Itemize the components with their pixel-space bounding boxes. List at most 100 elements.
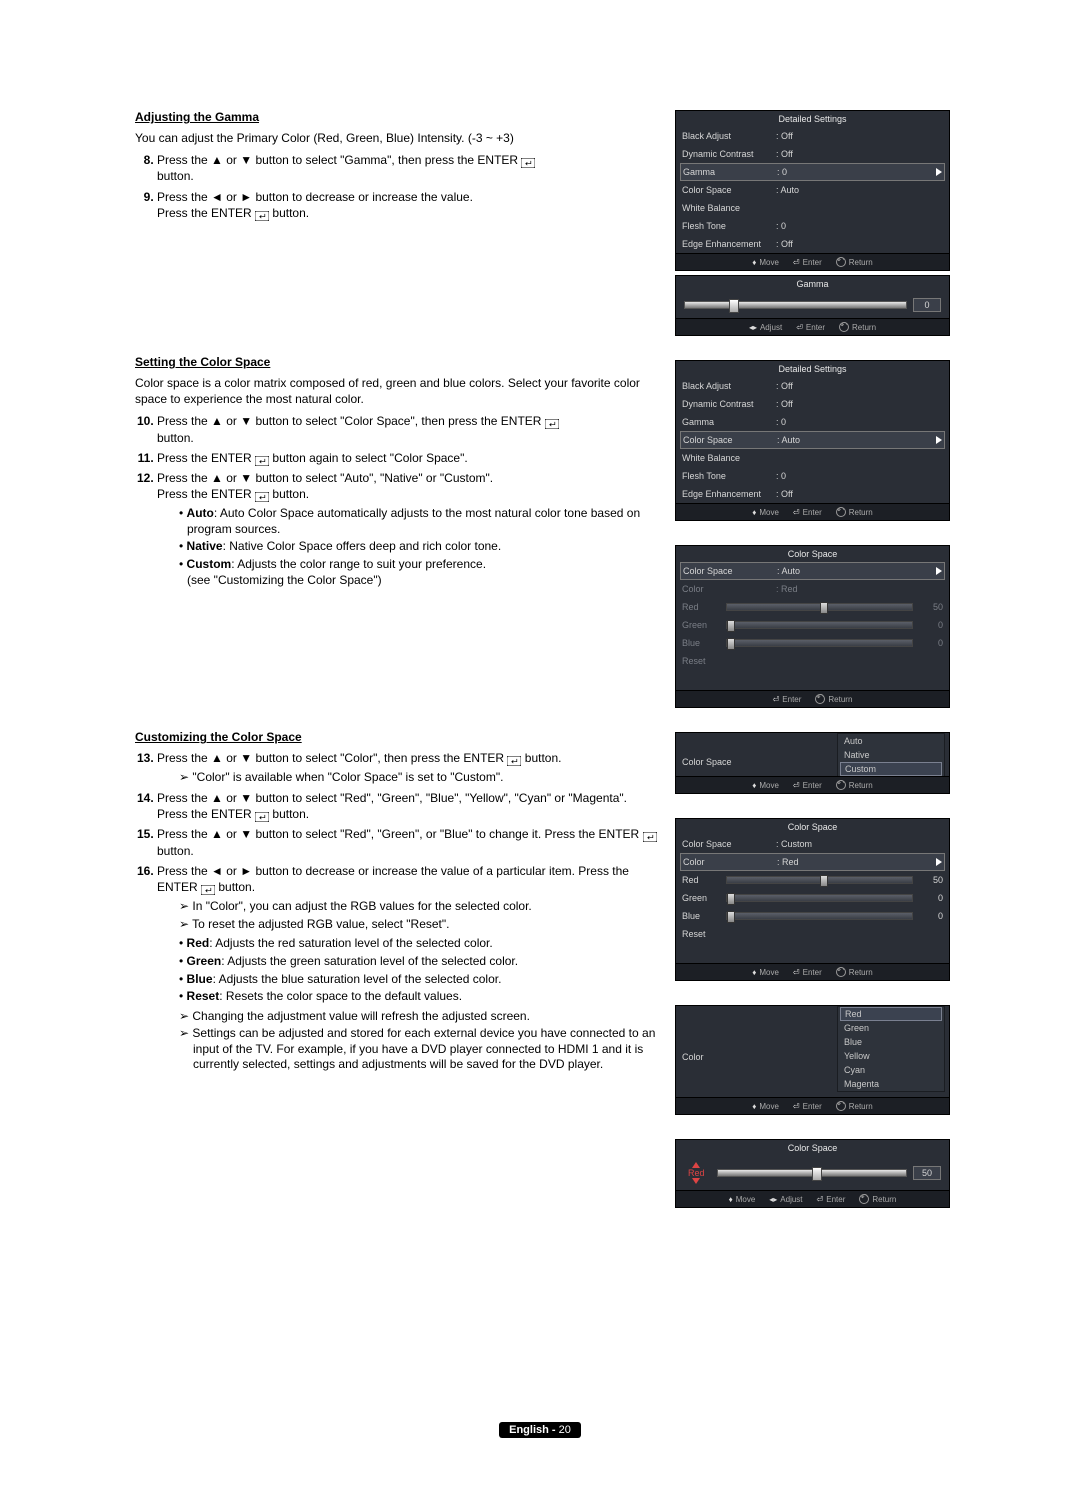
return-icon xyxy=(859,1194,869,1204)
osd-title: Detailed Settings xyxy=(676,111,949,127)
hint-enter: ⏎Enter xyxy=(793,1102,822,1111)
osd-title-gamma: Gamma xyxy=(676,276,949,292)
row-color-space[interactable]: Color Space: Auto xyxy=(680,431,945,449)
row-red[interactable]: Red50 xyxy=(676,871,949,889)
row-colorspace[interactable]: Color Space: Custom xyxy=(676,835,949,853)
hint-enter: ⏎Enter xyxy=(817,1195,846,1204)
enter-icon xyxy=(201,883,215,893)
step-15: Press the ▲ or ▼ button to select "Red",… xyxy=(157,826,657,858)
hint-bar: ♦Move ⏎Enter Return xyxy=(676,963,949,980)
hint-move: ♦Move xyxy=(752,1102,779,1111)
cs-dropdown[interactable]: Auto Native Custom xyxy=(837,733,945,777)
opt-yellow[interactable]: Yellow xyxy=(838,1049,944,1063)
row-edge-enhancement[interactable]: Edge Enhancement: Off xyxy=(676,485,949,503)
enter-icon xyxy=(255,454,269,464)
row-black-adjust[interactable]: Black Adjust: Off xyxy=(676,377,949,395)
hint-return: Return xyxy=(836,507,873,517)
row-flesh-tone[interactable]: Flesh Tone: 0 xyxy=(676,467,949,485)
intro-gamma: You can adjust the Primary Color (Red, G… xyxy=(135,130,657,146)
row-white-balance[interactable]: White Balance xyxy=(676,199,949,217)
red-slider-track[interactable] xyxy=(717,1169,907,1177)
row-flesh-tone[interactable]: Flesh Tone: 0 xyxy=(676,217,949,235)
opt-cyan[interactable]: Cyan xyxy=(838,1063,944,1077)
colorspace-modes: Auto: Auto Color Space automatically adj… xyxy=(179,506,657,588)
color-dropdown[interactable]: Red Green Blue Yellow Cyan Magenta xyxy=(837,1006,945,1092)
hint-bar: ⏎Enter Return xyxy=(676,690,949,707)
slider-thumb[interactable] xyxy=(812,1167,822,1181)
row-colorspace[interactable]: Color Space: Auto xyxy=(680,562,945,580)
row-edge-enhancement[interactable]: Edge Enhancement: Off xyxy=(676,235,949,253)
hint-enter: ⏎Enter xyxy=(793,508,822,517)
opt-green[interactable]: Green xyxy=(838,1021,944,1035)
row-black-adjust[interactable]: Black Adjust: Off xyxy=(676,127,949,145)
page-content: Adjusting the Gamma You can adjust the P… xyxy=(135,110,950,1232)
osd-detailed-gamma: Detailed Settings Black Adjust: Off Dyna… xyxy=(675,110,950,271)
desc-green: Green: Adjusts the green saturation leve… xyxy=(179,954,657,970)
note-refresh: Changing the adjustment value will refre… xyxy=(179,1009,657,1025)
row-reset[interactable]: Reset xyxy=(676,925,949,943)
dropdown-label: Color Space xyxy=(682,757,732,767)
steps-colorspace: Press the ▲ or ▼ button to select "Color… xyxy=(135,413,657,588)
hint-return: Return xyxy=(836,967,873,977)
steps-gamma: Press the ▲ or ▼ button to select "Gamma… xyxy=(135,152,657,221)
osd-color-dropdown: Color Red Green Blue Yellow Cyan Magenta… xyxy=(675,1005,950,1115)
hint-bar: ♦Move ⏎Enter Return xyxy=(676,1097,949,1114)
gamma-value: 0 xyxy=(913,298,941,312)
opt-native[interactable]: Native xyxy=(838,748,944,762)
opt-auto[interactable]: Auto xyxy=(838,734,944,748)
step-8: Press the ▲ or ▼ button to select "Gamma… xyxy=(157,152,657,184)
enter-icon xyxy=(507,754,521,764)
section-title-gamma: Adjusting the Gamma xyxy=(135,110,657,124)
row-white-balance[interactable]: White Balance xyxy=(676,449,949,467)
red-slider-row[interactable]: Red 50 xyxy=(676,1156,949,1190)
row-blue[interactable]: Blue0 xyxy=(676,907,949,925)
osd-cs-dropdown: Color Space Auto Native Custom ♦Move ⏎En… xyxy=(675,732,950,794)
opt-custom[interactable]: Custom xyxy=(840,762,942,776)
hint-return: Return xyxy=(836,1101,873,1111)
mini-slider-red[interactable] xyxy=(726,876,913,884)
osd-colorspace-custom: Color Space Color Space: Custom Color: R… xyxy=(675,818,950,981)
instructions-column: Adjusting the Gamma You can adjust the P… xyxy=(135,110,657,1232)
red-label: Red xyxy=(688,1168,705,1178)
gamma-slider-row[interactable]: 0 xyxy=(676,292,949,318)
return-icon xyxy=(839,322,849,332)
opt-red[interactable]: Red xyxy=(840,1007,942,1021)
desc-reset: Reset: Resets the color space to the def… xyxy=(179,989,657,1005)
mini-slider-green[interactable] xyxy=(726,894,913,902)
osd-column: Detailed Settings Black Adjust: Off Dyna… xyxy=(675,110,950,1232)
opt-blue[interactable]: Blue xyxy=(838,1035,944,1049)
red-spinner[interactable]: Red xyxy=(688,1162,705,1184)
return-icon xyxy=(836,1101,846,1111)
rgb-descriptions: Red: Adjusts the red saturation level of… xyxy=(179,936,657,1004)
hint-return: Return xyxy=(836,257,873,267)
row-color-space[interactable]: Color Space: Auto xyxy=(676,181,949,199)
hint-return: Return xyxy=(815,694,852,704)
note-color-available: "Color" is available when "Color Space" … xyxy=(179,770,657,786)
hint-enter: ⏎Enter xyxy=(793,258,822,267)
slider-thumb[interactable] xyxy=(729,299,739,313)
mini-slider-red xyxy=(726,603,913,611)
dropdown-label: Color xyxy=(682,1052,704,1062)
hint-move: ♦Move xyxy=(752,968,779,977)
return-icon xyxy=(836,967,846,977)
mode-custom: Custom: Adjusts the color range to suit … xyxy=(179,557,657,588)
mini-slider-blue[interactable] xyxy=(726,912,913,920)
opt-magenta[interactable]: Magenta xyxy=(838,1077,944,1091)
row-dynamic-contrast[interactable]: Dynamic Contrast: Off xyxy=(676,145,949,163)
osd-title-cs: Color Space xyxy=(676,546,949,562)
hint-return: Return xyxy=(839,322,876,332)
row-dynamic-contrast[interactable]: Dynamic Contrast: Off xyxy=(676,395,949,413)
enter-icon xyxy=(255,209,269,219)
row-color[interactable]: Color: Red xyxy=(680,853,945,871)
row-green[interactable]: Green0 xyxy=(676,889,949,907)
mode-native: Native: Native Color Space offers deep a… xyxy=(179,539,657,555)
step-16: Press the ◄ or ► button to decrease or i… xyxy=(157,863,657,1073)
mini-slider-blue xyxy=(726,639,913,647)
chevron-down-icon[interactable] xyxy=(692,1178,700,1184)
gamma-slider-track[interactable] xyxy=(684,301,907,309)
chevron-right-icon xyxy=(936,168,942,176)
row-gamma[interactable]: Gamma: 0 xyxy=(680,163,945,181)
manual-page: Adjusting the Gamma You can adjust the P… xyxy=(0,0,1080,1488)
note-device: Settings can be adjusted and stored for … xyxy=(179,1026,657,1073)
row-gamma[interactable]: Gamma: 0 xyxy=(676,413,949,431)
